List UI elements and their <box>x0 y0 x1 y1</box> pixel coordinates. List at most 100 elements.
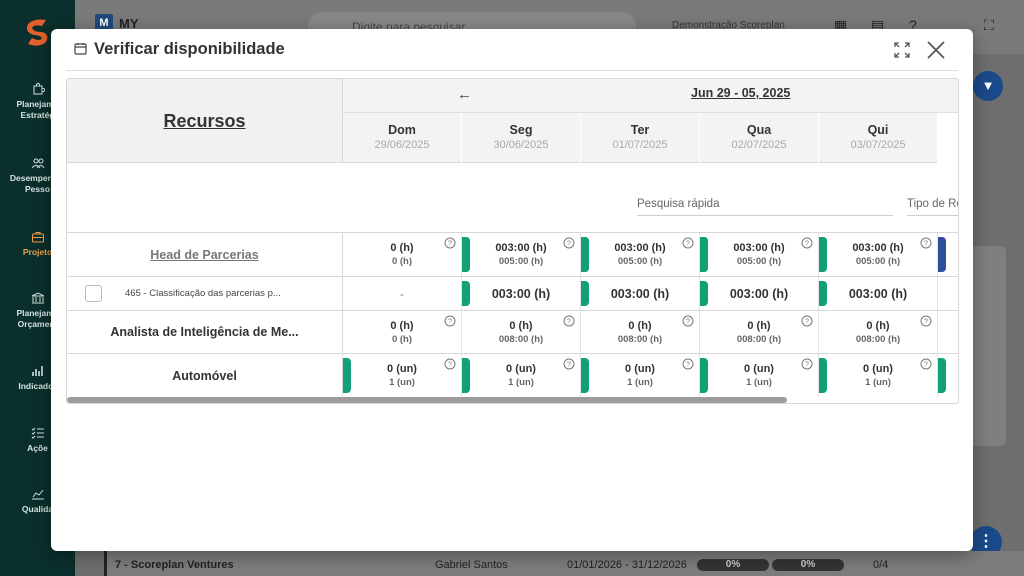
svg-text:?: ? <box>924 241 928 248</box>
allocation-bar[interactable] <box>700 237 708 272</box>
day-header: Seg 30/06/2025 <box>462 113 580 163</box>
allocated-value: - <box>400 287 404 301</box>
date-range[interactable]: Jun 29 - 05, 2025 <box>691 86 790 100</box>
availability-cell[interactable]: 0 (h) 008:00 (h) ? <box>819 311 938 353</box>
allocation-bar[interactable] <box>819 237 827 272</box>
availability-cell[interactable]: 0 (un) 1 (un) ? <box>700 354 819 397</box>
help-circle-icon[interactable]: ? <box>682 237 694 249</box>
svg-text:?: ? <box>924 319 928 326</box>
date-navigation: ← Jun 29 - 05, 2025 <box>343 79 958 113</box>
capacity-value: 008:00 (h) <box>855 334 901 345</box>
help-circle-icon[interactable]: ? <box>682 358 694 370</box>
allocation-bar[interactable] <box>462 281 470 306</box>
allocation-bar[interactable] <box>938 237 946 272</box>
availability-cell[interactable]: 003:00 (h) 005:00 (h) ? <box>462 233 589 276</box>
day-date: 01/07/2025 <box>612 139 668 151</box>
help-circle-icon[interactable]: ? <box>563 358 575 370</box>
resource-name[interactable]: Automóvel <box>67 354 343 397</box>
allocation-bar[interactable] <box>581 237 589 272</box>
modal-header: Verificar disponibilidade <box>66 29 958 71</box>
help-circle-icon[interactable]: ? <box>801 315 813 327</box>
allocation-bar[interactable] <box>581 358 589 393</box>
help-circle-icon[interactable]: ? <box>801 237 813 249</box>
day-name: Qui <box>867 123 889 137</box>
allocation-bar[interactable] <box>938 358 946 393</box>
filter-button[interactable]: ▼ <box>973 71 1003 101</box>
puzzle-icon <box>33 82 45 95</box>
availability-cell[interactable]: 0 (h) 008:00 (h) ? <box>581 311 700 353</box>
previous-week-arrow-icon[interactable]: ← <box>457 86 472 103</box>
resource-type-select[interactable] <box>907 192 958 216</box>
help-circle-icon[interactable]: ? <box>801 358 813 370</box>
resources-header: Recursos <box>67 79 343 163</box>
resources-title[interactable]: Recursos <box>67 111 342 132</box>
help-circle-icon[interactable]: ? <box>563 315 575 327</box>
allocation-bar[interactable] <box>700 281 708 306</box>
close-icon[interactable] <box>926 40 946 60</box>
expand-icon[interactable] <box>894 42 910 58</box>
quick-search-input[interactable] <box>637 192 893 216</box>
day-date: 02/07/2025 <box>731 139 787 151</box>
allocation-bar[interactable] <box>819 358 827 393</box>
svg-text:?: ? <box>686 319 690 326</box>
availability-cell[interactable]: 0 (un) 1 (un) ? <box>462 354 581 397</box>
capacity-value: 005:00 (h) <box>855 256 901 267</box>
task-row-label: 465 - Classificação das parcerias p... <box>67 277 343 310</box>
help-circle-icon[interactable]: ? <box>563 237 575 249</box>
availability-cell[interactable]: 003:00 (h) <box>581 277 700 310</box>
availability-cell[interactable]: 003:00 (h) <box>462 277 581 310</box>
help-circle-icon[interactable]: ? <box>444 315 456 327</box>
availability-cell[interactable]: 0 (h) 008:00 (h) ? <box>462 311 581 353</box>
table-row: Analista de Inteligência de Me... 0 (h) … <box>67 311 958 354</box>
svg-text:?: ? <box>805 319 809 326</box>
availability-cell[interactable]: - <box>343 277 462 310</box>
help-circle-icon[interactable]: ? <box>920 358 932 370</box>
day-header: Qua 02/07/2025 <box>700 113 818 163</box>
allocation-bar[interactable] <box>819 281 827 306</box>
capacity-value: 1 (un) <box>746 377 772 388</box>
project-row[interactable]: 7 - Scoreplan Ventures Gabriel Santos 01… <box>104 551 1024 576</box>
allocated-value: 003:00 (h) <box>729 287 789 301</box>
day-header: Dom 29/06/2025 <box>343 113 461 163</box>
help-circle-icon[interactable]: ? <box>444 237 456 249</box>
help-circle-icon[interactable]: ? <box>920 237 932 249</box>
fullscreen-icon[interactable]: ⛶ <box>984 17 994 34</box>
help-circle-icon[interactable]: ? <box>682 315 694 327</box>
availability-cell[interactable]: 003:00 (h) 005:00 (h) ? <box>581 233 708 276</box>
calendar-icon <box>74 43 87 55</box>
help-circle-icon[interactable]: ? <box>444 358 456 370</box>
availability-grid: Recursos ← Jun 29 - 05, 2025 Dom 29/06/2… <box>66 78 959 404</box>
allocated-value: 003:00 (h) <box>848 287 908 301</box>
capacity-value: 1 (un) <box>389 377 415 388</box>
table-row: Head de Parcerias 0 (h) 0 (h) ? 003:00 (… <box>67 233 958 277</box>
availability-cell[interactable]: 003:00 (h) 005:00 (h) ? <box>819 233 946 276</box>
availability-cell[interactable]: 0 (h) 008:00 (h) ? <box>700 311 819 353</box>
availability-cell[interactable]: 003:00 (h) <box>700 277 819 310</box>
project-name[interactable]: 7 - Scoreplan Ventures <box>115 559 234 571</box>
resource-name[interactable]: Head de Parcerias <box>67 233 343 276</box>
capacity-value: 008:00 (h) <box>736 334 782 345</box>
allocation-bar[interactable] <box>462 358 470 393</box>
allocation-bar[interactable] <box>700 358 708 393</box>
availability-cell[interactable]: 0 (un) 1 (un) ? <box>581 354 700 397</box>
availability-cell[interactable]: 0 (h) 0 (h) ? <box>343 311 462 353</box>
day-name: Seg <box>509 123 533 137</box>
capacity-value: 0 (h) <box>391 256 413 267</box>
project-owner: Gabriel Santos <box>435 559 508 571</box>
allocation-bar[interactable] <box>343 358 351 393</box>
svg-text:?: ? <box>686 241 690 248</box>
availability-cell[interactable]: 003:00 (h) 005:00 (h) ? <box>700 233 827 276</box>
horizontal-scrollbar[interactable] <box>67 397 787 403</box>
availability-cell[interactable]: 003:00 (h) <box>819 277 938 310</box>
svg-text:?: ? <box>924 362 928 369</box>
task-checkbox[interactable] <box>85 285 102 302</box>
allocation-bar[interactable] <box>581 281 589 306</box>
day-name: Qua <box>746 123 772 137</box>
help-circle-icon[interactable]: ? <box>920 315 932 327</box>
resource-name[interactable]: Analista de Inteligência de Me... <box>67 311 343 353</box>
availability-cell[interactable]: 0 (h) 0 (h) ? <box>343 233 470 276</box>
availability-cell[interactable]: 0 (un) 1 (un) ? <box>819 354 938 397</box>
progress-bar-2: 0% <box>772 559 844 571</box>
availability-cell[interactable]: 0 (un) 1 (un) ? <box>343 354 462 397</box>
allocation-bar[interactable] <box>462 237 470 272</box>
